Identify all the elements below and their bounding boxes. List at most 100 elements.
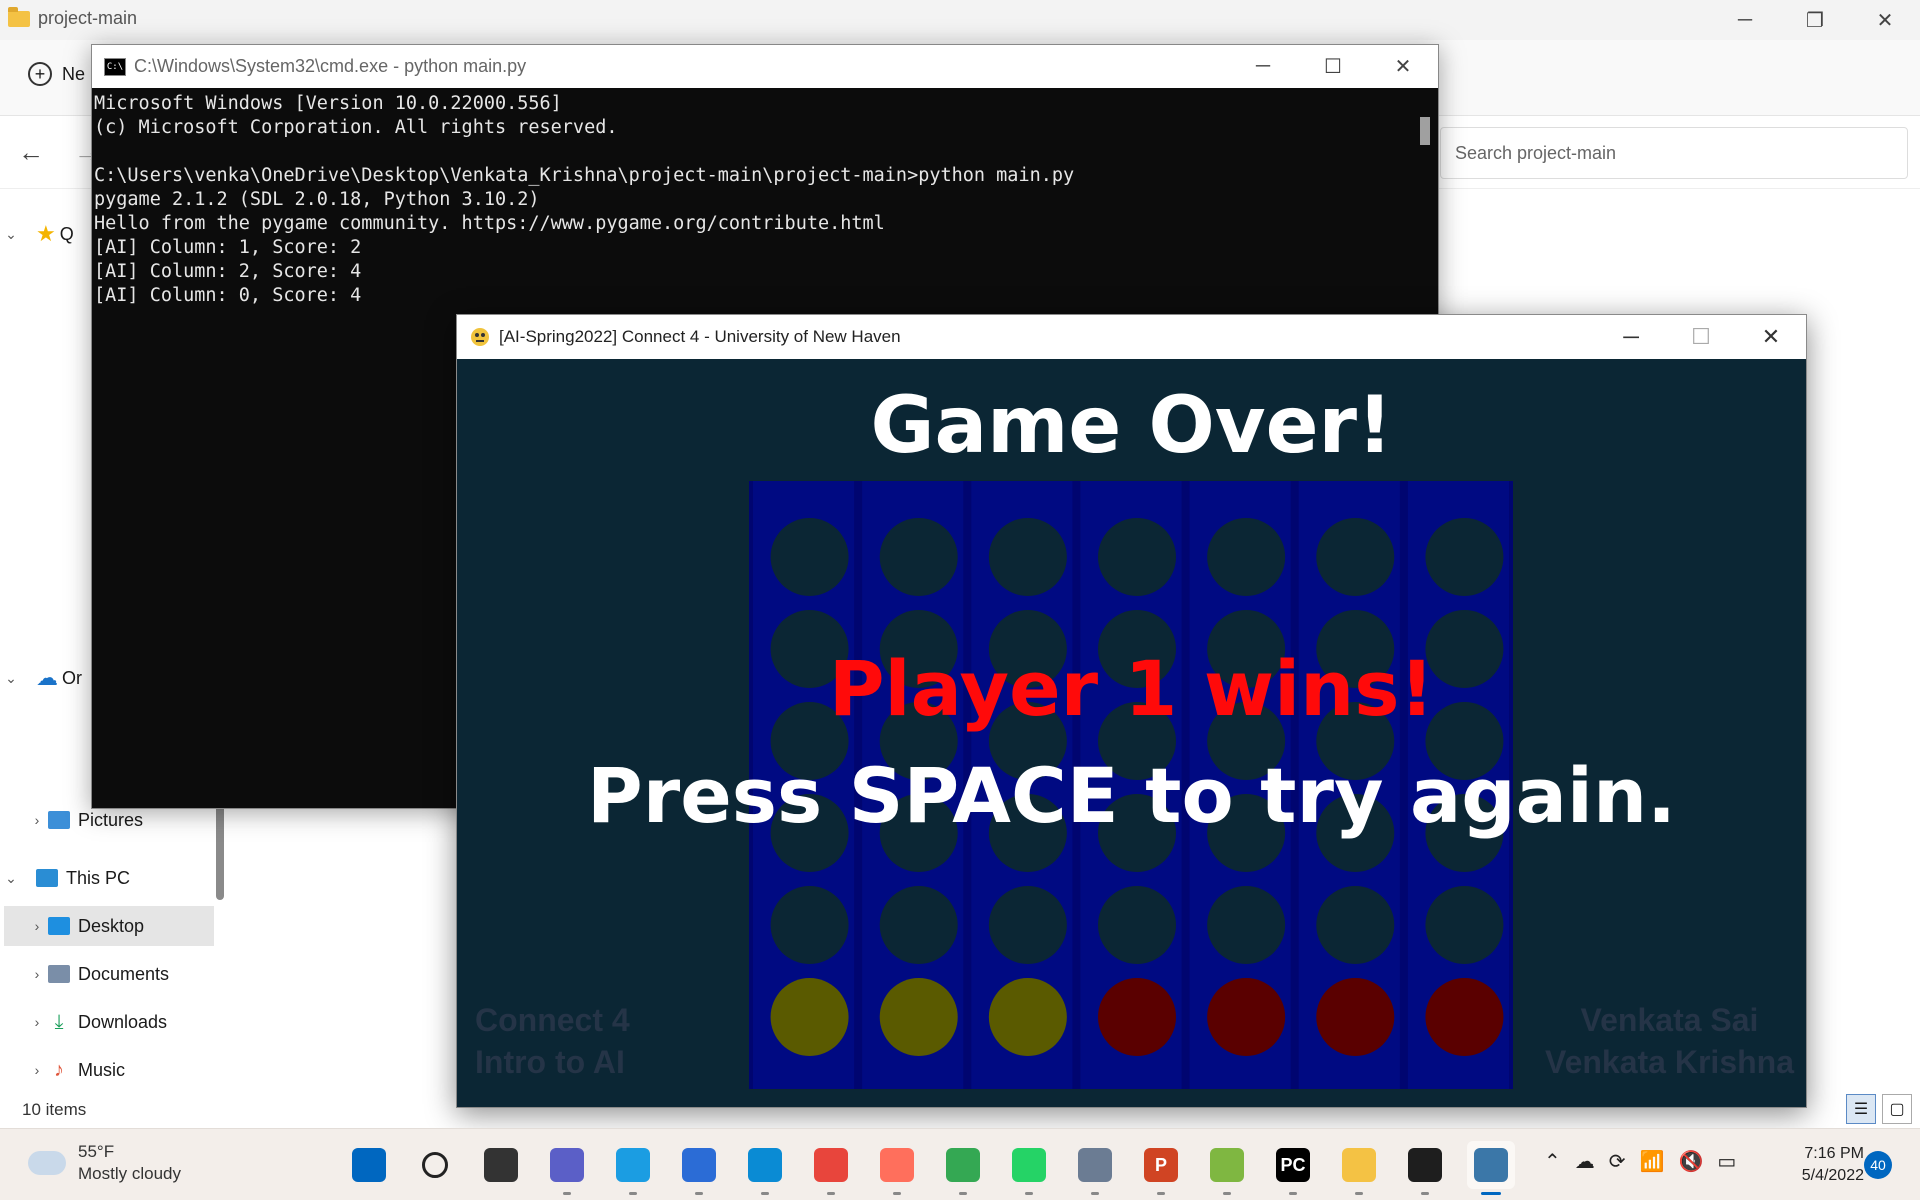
store-button[interactable] bbox=[675, 1141, 723, 1195]
cmd-titlebar[interactable]: C:\ C:\Windows\System32\cmd.exe - python… bbox=[92, 45, 1438, 88]
empty-slot bbox=[1316, 886, 1395, 964]
running-indicator bbox=[1025, 1192, 1033, 1195]
chevron-down-icon[interactable]: ⌄ bbox=[0, 670, 22, 687]
notification-badge[interactable]: 40 bbox=[1864, 1151, 1892, 1179]
explorer-titlebar[interactable]: project-main ─ ❐ ✕ bbox=[0, 0, 1920, 40]
task-view-button[interactable] bbox=[477, 1141, 525, 1189]
minimize-icon[interactable]: ─ bbox=[1596, 315, 1666, 359]
terminal-button[interactable] bbox=[1401, 1141, 1449, 1195]
file-explorer-icon bbox=[1342, 1148, 1376, 1182]
powerpoint-icon: P bbox=[1144, 1148, 1178, 1182]
sidebar-item-downloads[interactable]: › ⤓ Downloads bbox=[0, 1002, 210, 1042]
terminal-icon: C:\ bbox=[104, 57, 126, 76]
explorer-title-text: project-main bbox=[38, 8, 138, 28]
running-indicator bbox=[1481, 1192, 1501, 1195]
sidebar-label: Desktop bbox=[78, 915, 145, 936]
console-line: [AI] Column: 0, Score: 4 bbox=[94, 285, 362, 306]
sidebar-item-desktop[interactable]: › Desktop bbox=[4, 906, 214, 946]
chevron-up-icon[interactable]: ⌃ bbox=[1544, 1149, 1561, 1174]
chrome-button[interactable] bbox=[807, 1141, 855, 1195]
wifi-icon[interactable]: 📶 bbox=[1640, 1149, 1665, 1174]
close-icon[interactable]: ✕ bbox=[1368, 45, 1438, 88]
chevron-right-icon[interactable]: › bbox=[26, 966, 48, 982]
chevron-right-icon[interactable]: › bbox=[26, 1014, 48, 1030]
search-input[interactable]: Search project-main bbox=[1440, 127, 1908, 179]
minimize-icon[interactable]: ─ bbox=[1228, 45, 1298, 88]
app-2-icon bbox=[880, 1148, 914, 1182]
running-indicator bbox=[827, 1192, 835, 1195]
back-arrow-icon[interactable]: ← bbox=[18, 137, 44, 168]
search-placeholder: Search project-main bbox=[1455, 142, 1617, 163]
connect4-game-window: [AI-Spring2022] Connect 4 - University o… bbox=[456, 314, 1807, 1108]
console-output[interactable]: Microsoft Windows [Version 10.0.22000.55… bbox=[92, 88, 1438, 312]
whatsapp-button[interactable] bbox=[1005, 1141, 1053, 1195]
maximize-icon[interactable]: ☐ bbox=[1298, 45, 1368, 88]
powerpoint-button[interactable]: P bbox=[1137, 1141, 1185, 1195]
game-title: [AI-Spring2022] Connect 4 - University o… bbox=[499, 327, 901, 346]
teams-chat-button[interactable] bbox=[543, 1141, 591, 1195]
red-piece bbox=[1425, 978, 1504, 1056]
weather-widget[interactable]: 55°F Mostly cloudy bbox=[22, 1141, 181, 1185]
chevron-down-icon[interactable]: ⌄ bbox=[0, 870, 22, 887]
chevron-right-icon[interactable]: › bbox=[26, 812, 48, 828]
chrome-icon bbox=[814, 1148, 848, 1182]
restore-icon[interactable]: ❐ bbox=[1780, 0, 1850, 40]
close-icon[interactable]: ✕ bbox=[1736, 315, 1806, 359]
cmd-scrollbar[interactable] bbox=[1420, 117, 1430, 145]
minimize-icon[interactable]: ─ bbox=[1710, 0, 1780, 40]
snip-button[interactable] bbox=[1203, 1141, 1251, 1195]
search-taskbar-icon bbox=[422, 1152, 448, 1178]
plus-icon: + bbox=[28, 62, 52, 86]
chevron-right-icon[interactable]: › bbox=[26, 1062, 48, 1078]
chevron-right-icon[interactable]: › bbox=[26, 918, 48, 934]
sidebar-item-documents[interactable]: › Documents bbox=[0, 954, 210, 994]
new-button[interactable]: + Ne bbox=[28, 62, 85, 86]
empty-slot bbox=[1098, 518, 1176, 596]
game-canvas[interactable]: Connect 4 Intro to AI Venkata Sai Venkat… bbox=[457, 359, 1806, 1107]
app-button-2[interactable] bbox=[873, 1141, 921, 1195]
sidebar-label: Q bbox=[59, 223, 74, 244]
empty-slot bbox=[1425, 518, 1504, 596]
sidebar-item-this-pc[interactable]: ⌄ This PC bbox=[0, 858, 210, 898]
sidebar-label: Or bbox=[62, 667, 82, 688]
pycharm-button[interactable]: PC bbox=[1269, 1141, 1317, 1195]
console-line: pygame 2.1.2 (SDL 2.0.18, Python 3.10.2) bbox=[94, 189, 540, 210]
python-button[interactable] bbox=[1467, 1141, 1515, 1195]
settings-button[interactable] bbox=[1071, 1141, 1119, 1195]
close-icon[interactable]: ✕ bbox=[1850, 0, 1920, 40]
sidebar-label: Documents bbox=[78, 963, 170, 984]
start-button[interactable] bbox=[345, 1141, 393, 1189]
empty-slot bbox=[988, 518, 1067, 596]
chrome-profile-button[interactable] bbox=[939, 1141, 987, 1195]
pygame-snake-icon bbox=[471, 328, 489, 346]
app-button[interactable] bbox=[741, 1141, 789, 1195]
running-indicator bbox=[1157, 1192, 1165, 1195]
sidebar-label: Music bbox=[78, 1059, 126, 1080]
yellow-piece bbox=[879, 978, 958, 1056]
clock-time: 7:16 PM bbox=[1804, 1145, 1864, 1162]
sidebar-label: Downloads bbox=[78, 1011, 168, 1032]
edge-button[interactable] bbox=[609, 1141, 657, 1195]
sidebar-item-music[interactable]: › ♪ Music bbox=[0, 1050, 210, 1090]
game-titlebar[interactable]: [AI-Spring2022] Connect 4 - University o… bbox=[457, 315, 1806, 359]
empty-slot bbox=[1316, 518, 1395, 596]
yellow-piece bbox=[770, 978, 849, 1056]
settings-icon bbox=[1078, 1148, 1112, 1182]
task-view-icon bbox=[484, 1148, 518, 1182]
battery-icon[interactable]: ▭ bbox=[1717, 1149, 1736, 1174]
details-view-icon[interactable]: ☰ bbox=[1846, 1094, 1876, 1124]
muted-speaker-icon[interactable]: 🔇 bbox=[1678, 1149, 1703, 1174]
onedrive-cloud-icon[interactable]: ☁ bbox=[1575, 1149, 1595, 1174]
status-item-count: 10 items bbox=[22, 1100, 87, 1119]
course-label: Connect 4 Intro to AI bbox=[475, 999, 630, 1083]
tiles-view-icon[interactable]: ▢ bbox=[1882, 1094, 1912, 1124]
empty-slot bbox=[1098, 886, 1176, 964]
chevron-down-icon[interactable]: ⌄ bbox=[0, 226, 22, 243]
file-explorer-button[interactable] bbox=[1335, 1141, 1383, 1195]
search-taskbar-button[interactable] bbox=[411, 1141, 459, 1189]
explorer-title: project-main bbox=[8, 6, 138, 29]
sync-icon[interactable]: ⟳ bbox=[1609, 1149, 1626, 1174]
empty-slot bbox=[1207, 518, 1286, 596]
clock[interactable]: 7:16 PM 5/4/2022 bbox=[1768, 1143, 1864, 1187]
